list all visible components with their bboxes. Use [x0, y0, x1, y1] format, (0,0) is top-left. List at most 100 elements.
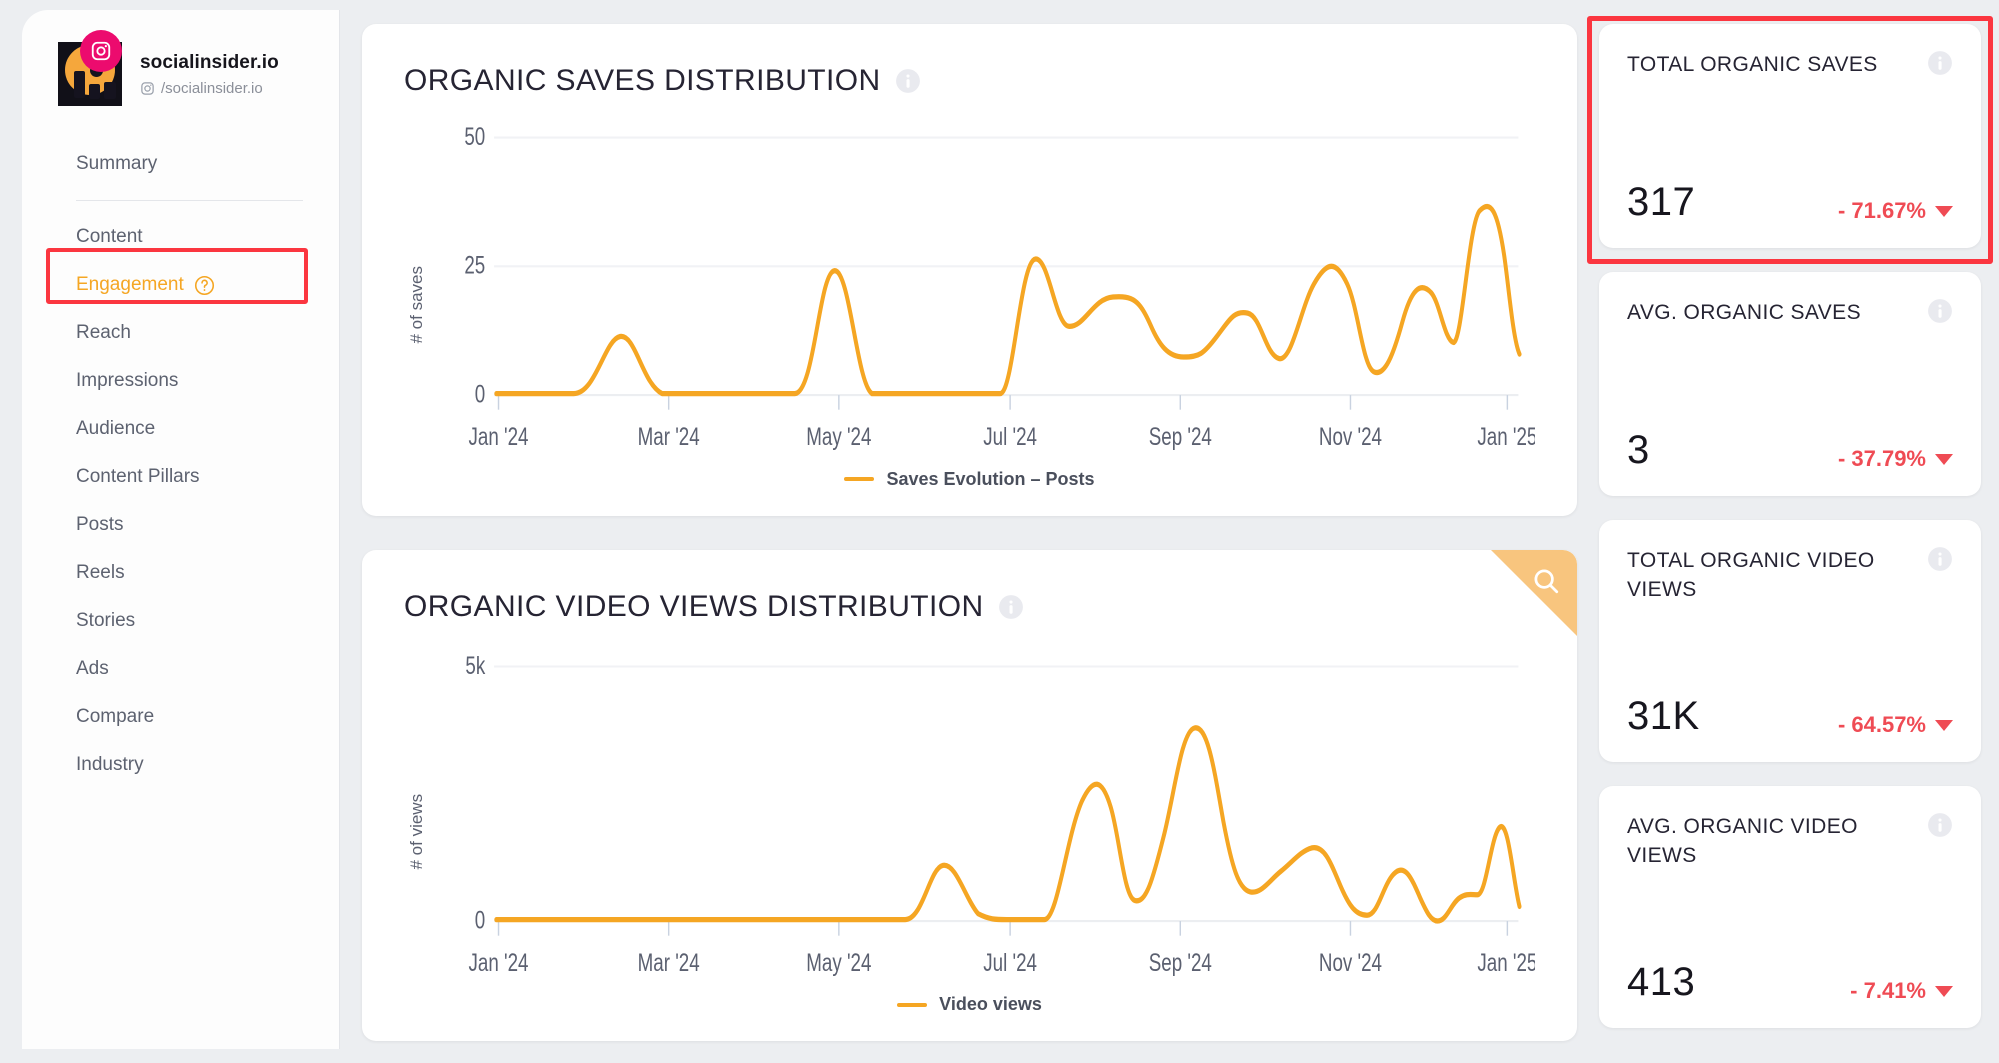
x-tick-label: May '24 [806, 422, 871, 450]
arrow-down-icon [1935, 985, 1953, 997]
sidebar-item-engagement[interactable]: Engagement [22, 261, 339, 309]
avatar-shape-1 [74, 71, 85, 98]
kpi-label: TOTAL ORGANIC VIDEO VIEWS [1627, 549, 1875, 601]
kpi-value: 317 [1627, 180, 1696, 224]
sidebar-item-reach[interactable]: Reach [22, 309, 339, 357]
kpi-value: 3 [1627, 428, 1650, 472]
x-tick-label: Sep '24 [1149, 422, 1212, 450]
info-icon[interactable] [998, 594, 1024, 620]
arrow-down-icon [1935, 205, 1953, 217]
chart-title: ORGANIC VIDEO VIEWS DISTRIBUTION [404, 589, 984, 623]
y-tick-0: 0 [475, 380, 485, 408]
kpi-card-total-organic-saves[interactable]: TOTAL ORGANIC SAVES 317 - 71.67% [1599, 24, 1981, 248]
saves-line-svg: 50 25 0 Jan '24 Mar '24 May '24 Jul '24 … [464, 122, 1535, 450]
info-icon[interactable] [1927, 546, 1953, 572]
sidebar-item-content-pillars[interactable]: Content Pillars [22, 453, 339, 501]
x-tick-label: Nov '24 [1319, 422, 1382, 450]
kpi-change-text: - 64.57% [1837, 712, 1926, 737]
sidebar-item-reels[interactable]: Reels [22, 549, 339, 597]
brand-block[interactable]: socialinsider.io /socialinsider.io [22, 30, 339, 110]
organic-saves-chart-card: ORGANIC SAVES DISTRIBUTION # of saves 50… [362, 24, 1577, 516]
search-corner-badge[interactable] [1491, 549, 1577, 636]
search-icon[interactable] [1531, 566, 1561, 596]
sidebar-item-impressions[interactable]: Impressions [22, 357, 339, 405]
y-tick-50: 50 [464, 122, 485, 150]
sidebar-item-label: Reach [76, 322, 131, 343]
kpi-card-total-organic-video-views[interactable]: TOTAL ORGANIC VIDEO VIEWS 31K - 64.57% [1599, 520, 1981, 762]
x-tick-label: Jul '24 [983, 948, 1037, 976]
sidebar-item-summary[interactable]: Summary [22, 140, 339, 188]
kpi-change: - 7.41% [1850, 978, 1953, 1004]
charts-column: ORGANIC SAVES DISTRIBUTION # of saves 50… [362, 24, 1577, 1041]
x-tick-label: Jan '24 [469, 948, 529, 976]
chart-plot-area: # of views 5k 0 Jan '24 Mar '24 May '24 … [404, 646, 1535, 983]
sidebar-item-content[interactable]: Content [22, 213, 339, 261]
sidebar-item-label: Reels [76, 562, 125, 583]
kpi-value: 413 [1627, 960, 1696, 1004]
info-icon[interactable] [1927, 812, 1953, 838]
kpi-footer: 317 - 71.67% [1627, 180, 1953, 224]
chart-header: ORGANIC VIDEO VIEWS DISTRIBUTION [404, 590, 1535, 624]
chart-header: ORGANIC SAVES DISTRIBUTION [404, 64, 1535, 98]
sidebar-item-ads[interactable]: Ads [22, 645, 339, 693]
sidebar-nav: Summary Content Engagement Reach Impress… [22, 140, 339, 789]
kpi-footer: 31K - 64.57% [1627, 694, 1953, 738]
instagram-small-icon [141, 81, 154, 95]
kpi-header: TOTAL ORGANIC SAVES [1627, 50, 1953, 79]
saves-line-plot[interactable]: 50 25 0 Jan '24 Mar '24 May '24 Jul '24 … [430, 120, 1535, 457]
chart-legend[interactable]: Video views [404, 994, 1535, 1015]
kpi-card-avg-organic-saves[interactable]: AVG. ORGANIC SAVES 3 - 37.79% [1599, 272, 1981, 496]
sidebar-item-label: Stories [76, 610, 136, 631]
kpi-header: AVG. ORGANIC VIDEO VIEWS [1627, 812, 1953, 870]
chart-plot-area: # of saves 50 25 0 Jan '24 Mar '24 May '… [404, 120, 1535, 457]
x-tick-label: Nov '24 [1319, 948, 1382, 976]
video-views-line-svg: 5k 0 Jan '24 Mar '24 May '24 Jul '24 Sep… [465, 651, 1535, 976]
sidebar-item-label: Summary [76, 153, 158, 174]
kpi-change-text: - 71.67% [1837, 198, 1926, 223]
sidebar-item-label: Industry [76, 754, 144, 775]
app-root: socialinsider.io /socialinsider.io Summa… [0, 0, 1999, 1063]
question-circle-icon[interactable] [194, 275, 215, 296]
kpi-label: AVG. ORGANIC VIDEO VIEWS [1627, 815, 1858, 867]
legend-label: Video views [939, 994, 1042, 1014]
y-axis-label: # of saves [407, 266, 426, 345]
arrow-down-icon [1935, 719, 1953, 731]
kpi-card-avg-organic-video-views[interactable]: AVG. ORGANIC VIDEO VIEWS 413 - 7.41% [1599, 786, 1981, 1028]
video-views-line-plot[interactable]: 5k 0 Jan '24 Mar '24 May '24 Jul '24 Sep… [430, 646, 1535, 983]
x-tick-label: Sep '24 [1149, 948, 1212, 976]
kpi-change: - 71.67% [1838, 198, 1953, 224]
instagram-icon [80, 30, 122, 72]
sidebar-item-posts[interactable]: Posts [22, 501, 339, 549]
sidebar-item-stories[interactable]: Stories [22, 597, 339, 645]
organic-video-views-chart-card: ORGANIC VIDEO VIEWS DISTRIBUTION # of vi… [362, 549, 1577, 1041]
sidebar-item-label: Ads [76, 658, 109, 679]
kpi-value: 31K [1627, 694, 1700, 738]
kpi-header: TOTAL ORGANIC VIDEO VIEWS [1627, 546, 1953, 604]
sidebar-item-label: Compare [76, 706, 155, 727]
brand-text: socialinsider.io /socialinsider.io [140, 52, 279, 97]
x-tick-label: Mar '24 [638, 422, 700, 450]
x-tick-label: Jan '25 [1477, 422, 1535, 450]
kpi-change-text: - 37.79% [1837, 446, 1926, 471]
kpi-header: AVG. ORGANIC SAVES [1627, 298, 1953, 327]
chart-legend[interactable]: Saves Evolution – Posts [404, 469, 1535, 490]
kpi-change: - 64.57% [1838, 712, 1953, 738]
kpi-footer: 413 - 7.41% [1627, 960, 1953, 1004]
sidebar-item-industry[interactable]: Industry [22, 741, 339, 789]
x-tick-label: Mar '24 [638, 948, 700, 976]
kpi-change-text: - 7.41% [1850, 978, 1926, 1003]
brand-handle-text: /socialinsider.io [161, 79, 263, 97]
info-icon[interactable] [1927, 50, 1953, 76]
sidebar-item-audience[interactable]: Audience [22, 405, 339, 453]
info-icon[interactable] [1927, 298, 1953, 324]
sidebar-item-label: Content Pillars [76, 466, 200, 487]
legend-label: Saves Evolution – Posts [886, 468, 1095, 489]
x-tick-label: May '24 [806, 948, 871, 976]
sidebar: socialinsider.io /socialinsider.io Summa… [22, 10, 340, 1049]
x-tick-label: Jan '25 [1477, 948, 1535, 976]
avatar-shape-3 [89, 84, 100, 99]
info-icon[interactable] [895, 68, 921, 94]
brand-handle: /socialinsider.io [140, 80, 279, 97]
sidebar-divider [76, 200, 303, 201]
sidebar-item-compare[interactable]: Compare [22, 693, 339, 741]
